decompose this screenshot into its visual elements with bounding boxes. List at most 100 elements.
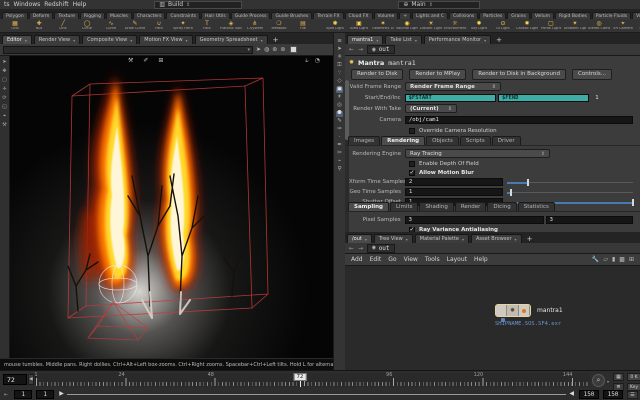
- chevron-down-icon[interactable]: ▾: [462, 237, 464, 242]
- menu-item[interactable]: Redshift: [42, 1, 70, 8]
- shelf-tab[interactable]: Particle Fluids: [591, 12, 632, 19]
- timeline-ruler[interactable]: 1 24 48 96 120 144 72: [34, 372, 590, 387]
- start-frame-field[interactable]: $FSTART: [404, 93, 496, 102]
- sampling-tab[interactable]: Sampling: [348, 202, 389, 211]
- xform-samples-field[interactable]: 2: [405, 178, 503, 186]
- network-menu-item[interactable]: View: [404, 256, 418, 263]
- shelf-tab[interactable]: +: [399, 12, 412, 19]
- handle-icon[interactable]: ✐: [143, 58, 148, 64]
- camera-path-field[interactable]: /obj/cam1: [405, 115, 633, 124]
- wrench-icon[interactable]: 🔧: [592, 256, 599, 263]
- shelf-tab[interactable]: Particles: [479, 12, 507, 19]
- view-tool-icon[interactable]: ➤: [2, 60, 6, 65]
- shelf-tool[interactable]: ⇄ Switcher: [636, 21, 640, 31]
- pane-tab[interactable]: Composite View ▾: [82, 35, 138, 44]
- dopesheet-icon[interactable]: ▦: [613, 373, 624, 381]
- shelf-tab[interactable]: Viscous Fluids: [632, 12, 640, 19]
- range-slider[interactable]: ▶ ◀: [57, 390, 576, 399]
- handle-icon[interactable]: ⊞: [158, 58, 163, 64]
- chevron-down-icon[interactable]: ▾: [515, 237, 517, 242]
- shelf-tool[interactable]: ⊙ GI Light: [492, 20, 514, 31]
- chevron-down-icon[interactable]: ▾: [25, 38, 27, 43]
- range-subend-field[interactable]: 150: [603, 390, 623, 399]
- node-name-label[interactable]: mantra1: [537, 307, 563, 314]
- shelf-tab[interactable]: Texture: [54, 12, 79, 19]
- pane-tab[interactable]: Performance Monitor ▾: [423, 35, 492, 44]
- operation-state-field[interactable]: ▾: [3, 45, 253, 54]
- param-tab[interactable]: Images: [348, 136, 381, 145]
- back-arrow-icon[interactable]: ←: [349, 245, 354, 252]
- shelf-tab[interactable]: Grains: [507, 12, 530, 19]
- global-animation-button[interactable]: 0 K: [627, 373, 640, 381]
- select-objects-icon[interactable]: ➤: [337, 46, 342, 53]
- shelf-tab[interactable]: Deform: [28, 12, 54, 19]
- override-resolution-checkbox[interactable]: [409, 127, 415, 134]
- chevron-down-icon[interactable]: ▾: [607, 379, 609, 384]
- param-tab[interactable]: Driver: [491, 136, 521, 145]
- shelf-tool[interactable]: ◈ Platonic Solids: [220, 20, 242, 31]
- shelf-tool[interactable]: ✴ Ambient Light: [564, 20, 586, 31]
- wand-icon[interactable]: ⚲: [337, 166, 341, 173]
- move-tool-icon[interactable]: ✛: [2, 87, 6, 92]
- shelf-tool[interactable]: ✦ Spray Paint: [172, 20, 194, 31]
- range-end-handle[interactable]: ◀: [569, 391, 574, 397]
- shelf-tool[interactable]: ⌖ VR Camera: [612, 20, 634, 31]
- rotate-tool-icon[interactable]: ⟳: [2, 96, 6, 101]
- knife-icon[interactable]: ✂: [337, 150, 342, 157]
- sampling-tab[interactable]: Limits: [389, 202, 419, 211]
- shelf-tab[interactable]: Guide Process: [230, 12, 271, 19]
- shelf-tool[interactable]: T Font: [196, 20, 218, 31]
- render-background-button[interactable]: Render to Disk in Background: [472, 69, 566, 80]
- lock-icon[interactable]: ⚿: [337, 62, 341, 69]
- globe-icon[interactable]: ◔: [315, 58, 320, 64]
- camera-icon[interactable]: ◎: [337, 102, 342, 109]
- pane-tab[interactable]: /out ▾: [347, 234, 372, 243]
- pane-tab[interactable]: mantra1 ▾: [347, 35, 384, 44]
- pan-hand-icon[interactable]: ✥: [2, 69, 6, 74]
- geo-samples-slider[interactable]: [507, 188, 633, 196]
- magnet-icon[interactable]: ⌁: [338, 158, 341, 165]
- pose-tool-icon[interactable]: ⌖: [3, 114, 6, 119]
- playback-options-icon[interactable]: ☰: [627, 390, 638, 399]
- network-menu-item[interactable]: Tools: [425, 256, 440, 263]
- pane-tab[interactable]: Take List ▾: [385, 35, 422, 44]
- render-to-disk-button[interactable]: Render to Disk: [351, 69, 404, 80]
- shelf-tool[interactable]: ❍ Metaball: [268, 20, 290, 31]
- show-all-icon[interactable]: ≡: [337, 38, 342, 45]
- sampling-tab[interactable]: Statistics: [517, 202, 555, 211]
- shelf-tab[interactable]: Volume: [373, 12, 399, 19]
- pane-tab[interactable]: Material Palette ▾: [414, 234, 470, 243]
- chevron-down-icon[interactable]: ▾: [415, 38, 417, 43]
- shelf-tab[interactable]: Characters: [132, 12, 166, 19]
- sampling-tab[interactable]: Render: [454, 202, 487, 211]
- new-tab-button[interactable]: +: [524, 235, 536, 243]
- network-menu-item[interactable]: Layout: [447, 256, 467, 263]
- chevron-down-icon[interactable]: ▾: [484, 38, 486, 43]
- shelf-tab[interactable]: Constraints: [166, 12, 201, 19]
- brush-icon[interactable]: ✑: [337, 126, 342, 133]
- handle-icon[interactable]: ⚒: [128, 58, 133, 64]
- geo-samples-field[interactable]: 1: [405, 188, 503, 196]
- node-name-field[interactable]: mantra1: [388, 59, 415, 67]
- secure-selection-icon[interactable]: ◍: [264, 46, 269, 53]
- sampling-tab[interactable]: Shading: [419, 202, 454, 211]
- desktop-selector-main[interactable]: ⊕ Main ⇕: [398, 0, 481, 9]
- range-substart-field[interactable]: 1: [36, 390, 55, 399]
- shelf-tool[interactable]: ∪ Path: [148, 20, 170, 31]
- select-edges-icon[interactable]: ◇: [337, 78, 341, 85]
- select-primitives-icon[interactable]: ▣: [335, 86, 344, 93]
- shelf-tab[interactable]: Guide Brushes: [271, 12, 313, 19]
- handles-icon[interactable]: ⚒: [2, 123, 6, 128]
- menu-item[interactable]: Windows: [11, 1, 42, 8]
- shelf-tool[interactable]: ▤ File: [292, 20, 314, 31]
- new-node-icon[interactable]: ▱: [603, 256, 608, 263]
- scale-tool-icon[interactable]: ◱: [2, 105, 7, 110]
- shelf-tool[interactable]: ✚ Null: [28, 20, 50, 31]
- back-arrow-icon[interactable]: ←: [349, 46, 354, 53]
- motion-blur-checkbox[interactable]: [409, 169, 415, 176]
- node-path-chip[interactable]: ◉ out: [367, 45, 395, 54]
- sampling-tab[interactable]: Dicing: [487, 202, 517, 211]
- current-frame-field[interactable]: 72: [3, 374, 27, 385]
- increment-field[interactable]: 1: [591, 94, 633, 102]
- select-arrow-icon[interactable]: ➤: [256, 46, 261, 53]
